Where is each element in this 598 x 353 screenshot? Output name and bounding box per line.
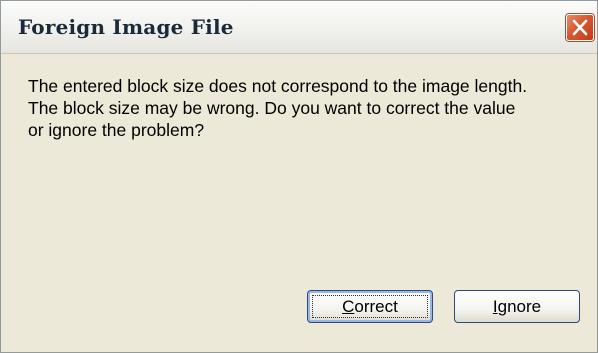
ignore-label-rest: gnore bbox=[497, 297, 542, 316]
correct-mnemonic: C bbox=[342, 297, 355, 316]
dialog-message: The entered block size does not correspo… bbox=[28, 76, 528, 140]
title-bar[interactable]: Foreign Image File bbox=[1, 1, 597, 54]
ignore-button[interactable]: Ignore bbox=[454, 290, 580, 323]
ignore-button-label: Ignore bbox=[493, 297, 541, 316]
close-button[interactable] bbox=[566, 14, 594, 41]
correct-button[interactable]: Correct bbox=[307, 290, 433, 323]
dialog-body: The entered block size does not correspo… bbox=[1, 54, 597, 352]
correct-button-label: Correct bbox=[342, 297, 398, 316]
close-icon bbox=[572, 19, 588, 36]
dialog-title: Foreign Image File bbox=[18, 15, 234, 39]
dialog-window: Foreign Image File The entered block siz… bbox=[0, 0, 598, 353]
correct-label-rest: orrect bbox=[354, 297, 398, 316]
